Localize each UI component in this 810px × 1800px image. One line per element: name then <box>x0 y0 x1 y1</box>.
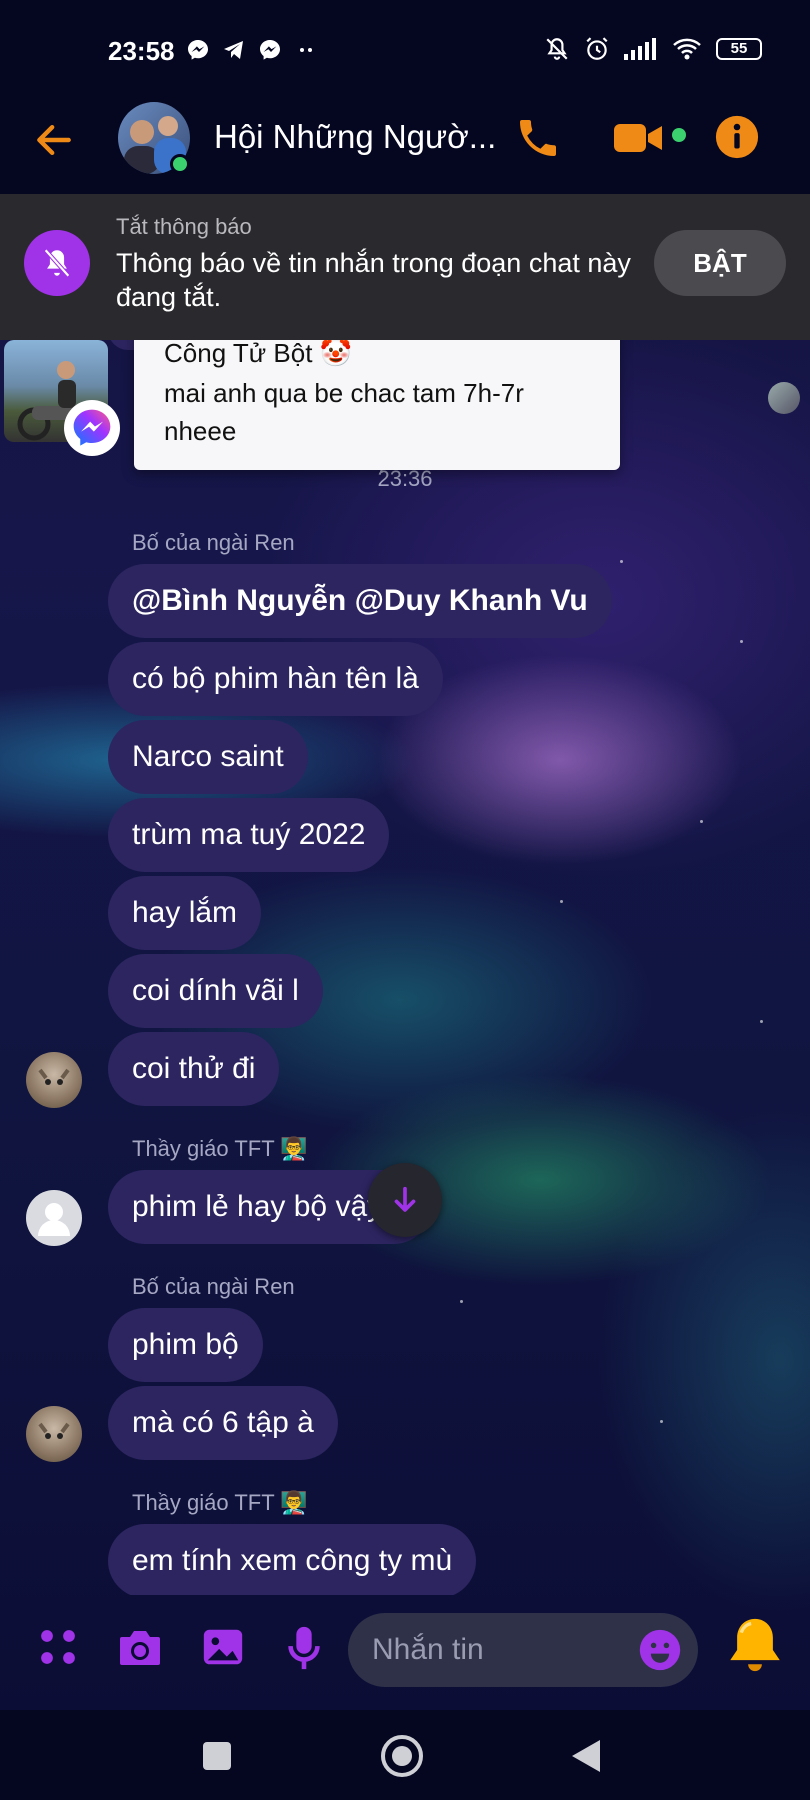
sender-name: Thầy giáo TFT 👨‍🏫 <box>132 1136 308 1161</box>
default-user-icon <box>38 1203 70 1236</box>
message-list[interactable]: 23:36 Bố của ngài Ren @Bình Nguyễn @Duy … <box>0 340 810 1595</box>
phone-icon <box>520 120 556 156</box>
message-bubble[interactable]: có bộ phim hàn tên là <box>108 642 443 716</box>
home-button[interactable] <box>380 1734 424 1783</box>
message-bubble[interactable]: coi dính vãi l <box>108 954 323 1028</box>
info-button[interactable] <box>714 114 760 165</box>
cat-avatar-icon <box>38 1422 70 1439</box>
message-bubble[interactable]: trùm ma tuý 2022 <box>108 798 390 872</box>
video-call-button[interactable] <box>612 120 664 161</box>
message-bubble[interactable]: mà có 6 tập à <box>108 1386 338 1460</box>
banner-text: Thông báo về tin nhắn trong đoạn chat nà… <box>116 248 631 312</box>
read-receipt-avatar <box>768 382 800 414</box>
message-bubble[interactable]: phim bộ <box>108 1308 263 1382</box>
more-dots-icon <box>300 48 312 52</box>
composer-bar: Nhắn tin <box>0 1595 810 1710</box>
square-icon <box>203 1742 231 1770</box>
info-icon <box>715 115 759 159</box>
message-bubble[interactable]: @Bình Nguyễn @Duy Khanh Vu <box>108 564 612 638</box>
wifi-icon <box>673 38 701 60</box>
status-time: 23:58 <box>108 36 175 66</box>
popup-message: mai anh qua be chac tam 7h-7r nheee <box>164 378 524 446</box>
active-video-dot <box>672 128 686 142</box>
sender-avatar[interactable] <box>26 1052 82 1108</box>
message-bubble[interactable]: hay lắm <box>108 876 262 950</box>
alarm-icon <box>586 37 608 60</box>
apps-button[interactable] <box>36 1625 80 1674</box>
message-input[interactable]: Nhắn tin <box>348 1613 698 1687</box>
message-bubble[interactable]: coi thử đi <box>108 1032 280 1106</box>
status-bar: 23:58 55 <box>0 0 810 96</box>
chat-title[interactable]: Hội Những Ngườ... <box>214 118 504 156</box>
back-nav-button[interactable] <box>570 1738 602 1779</box>
sender-name: Bố của ngài Ren <box>132 530 295 555</box>
messenger-icon <box>188 40 208 60</box>
unmute-button[interactable]: BẬT <box>654 230 786 296</box>
quick-reaction-button[interactable] <box>722 1611 788 1684</box>
online-indicator <box>170 154 190 174</box>
navigation-bar <box>0 1710 810 1800</box>
message-bubble[interactable]: Narco saint <box>108 720 308 794</box>
chat-header: Hội Những Ngườ... <box>0 96 810 194</box>
image-icon <box>203 1629 243 1665</box>
telegram-icon <box>224 41 243 59</box>
four-dots-icon <box>41 1630 75 1664</box>
triangle-back-icon <box>572 1740 600 1772</box>
gallery-button[interactable] <box>200 1625 246 1674</box>
message-input-placeholder: Nhắn tin <box>372 1633 484 1666</box>
camera-icon <box>120 1631 160 1665</box>
messenger-icon <box>260 40 280 60</box>
cat-avatar-icon <box>38 1068 70 1085</box>
battery-indicator: 55 <box>716 38 762 60</box>
scroll-to-bottom-button[interactable] <box>368 1163 442 1237</box>
messenger-badge-icon <box>64 400 120 456</box>
voice-button[interactable] <box>284 1625 324 1676</box>
back-button[interactable] <box>32 118 76 167</box>
signal-icon <box>624 38 656 60</box>
popup-sender: Công Tử Bột 🤡 <box>164 340 353 368</box>
sender-avatar[interactable] <box>26 1406 82 1462</box>
microphone-icon <box>288 1626 320 1670</box>
camera-button[interactable] <box>116 1625 164 1674</box>
notification-popup[interactable]: Công Tử Bột 🤡 mai anh qua be chac tam 7h… <box>134 340 620 470</box>
system-icons: 55 <box>544 36 762 62</box>
banner-label: Tắt thông báo <box>116 214 252 239</box>
call-button[interactable] <box>514 114 562 167</box>
recent-apps-button[interactable] <box>202 1741 232 1776</box>
bell-emoji-icon <box>730 1618 780 1672</box>
video-camera-icon <box>614 124 662 152</box>
mute-bell-icon <box>546 38 568 60</box>
muted-bell-icon <box>24 230 90 296</box>
arrow-down-icon <box>394 1186 416 1212</box>
sender-name: Bố của ngài Ren <box>132 1274 295 1299</box>
sender-avatar[interactable] <box>26 1190 82 1246</box>
sender-name: Thầy giáo TFT 👨‍🏫 <box>132 1490 308 1515</box>
back-arrow-icon <box>37 124 71 156</box>
emoji-button[interactable] <box>638 1628 682 1677</box>
emoji-smile-icon <box>639 1629 681 1671</box>
message-bubble[interactable]: em tính xem công ty mù <box>108 1524 477 1595</box>
mute-banner: Tắt thông báo Thông báo về tin nhắn tron… <box>0 194 810 340</box>
notification-icons <box>186 38 318 62</box>
home-circle-icon <box>381 1735 423 1777</box>
